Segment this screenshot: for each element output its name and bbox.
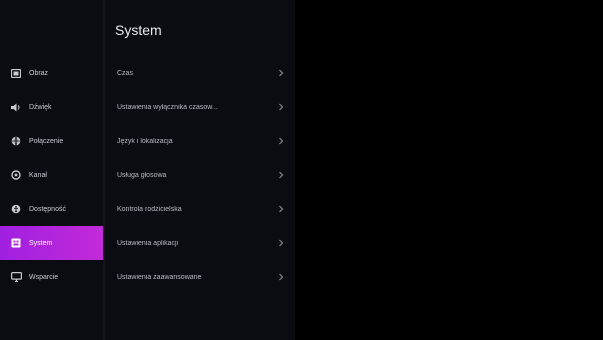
sidebar-item-dostepnosc[interactable]: Dostępność [0,192,103,226]
sidebar-item-system[interactable]: System [0,226,103,260]
page-title: System [115,22,162,38]
menu-item-label: Usługa głosowa [117,171,167,179]
sidebar-item-obraz[interactable]: Obraz [0,56,103,90]
speaker-icon [10,101,22,113]
menu-item-language[interactable]: Język i lokalizacja [105,124,295,158]
sidebar-item-label: Wsparcie [29,273,59,281]
menu-item-label: Ustawienia zaawansowane [117,273,202,281]
chevron-right-icon [279,69,284,77]
chevron-right-icon [279,103,284,111]
sidebar-item-dzwiek[interactable]: Dźwięk [0,90,103,124]
picture-icon [10,67,22,79]
system-icon [10,237,22,249]
menu-item-sleep-timer[interactable]: Ustawienia wyłącznika czasow... [105,90,295,124]
chevron-right-icon [279,273,284,281]
menu-item-label: Kontrola rodzicielska [117,205,182,213]
chevron-right-icon [279,205,284,213]
menu-item-advanced-settings[interactable]: Ustawienia zaawansowane [105,260,295,294]
menu-item-app-settings[interactable]: Ustawienia aplikacji [105,226,295,260]
globe-icon [10,135,22,147]
chevron-right-icon [279,171,284,179]
sidebar-item-label: Dźwięk [29,103,52,111]
menu-item-voice-service[interactable]: Usługa głosowa [105,158,295,192]
menu-item-label: Ustawienia aplikacji [117,239,179,247]
sidebar-item-label: Połączenie [29,137,64,145]
sidebar-item-label: Dostępność [29,205,66,213]
sidebar-item-label: Kanał [29,171,47,179]
menu-item-label: Czas [117,69,133,77]
menu-item-label: Ustawienia wyłącznika czasow... [117,103,218,111]
accessibility-icon [10,203,22,215]
menu-item-label: Język i lokalizacja [117,137,173,145]
sidebar-item-kanal[interactable]: Kanał [0,158,103,192]
sidebar-item-wsparcie[interactable]: Wsparcie [0,260,103,294]
support-icon [10,271,22,283]
sidebar-item-label: Obraz [29,69,49,77]
chevron-right-icon [279,239,284,247]
channel-icon [10,169,22,181]
menu-item-parental-control[interactable]: Kontrola rodzicielska [105,192,295,226]
sidebar-item-label: System [29,239,53,247]
sidebar-item-polaczenie[interactable]: Połączenie [0,124,103,158]
chevron-right-icon [279,137,284,145]
menu-item-czas[interactable]: Czas [105,56,295,90]
